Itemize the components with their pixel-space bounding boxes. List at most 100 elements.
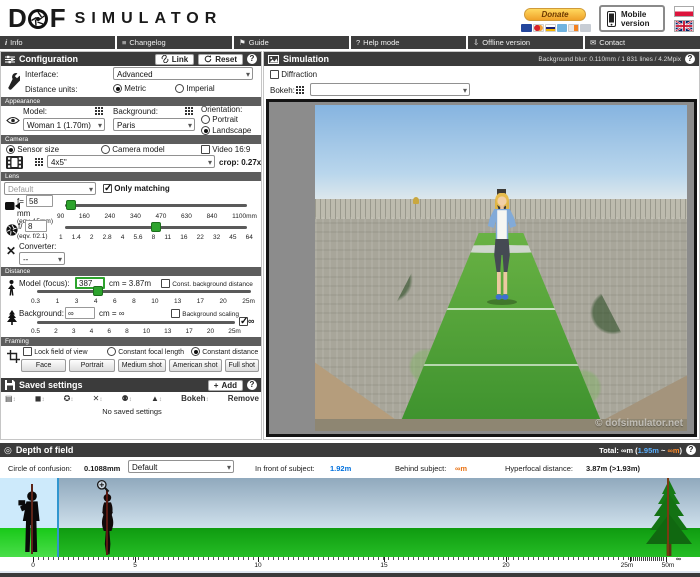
coc-label: Circle of confusion: bbox=[8, 464, 72, 473]
bokeh-select[interactable]: ▾ bbox=[310, 83, 470, 96]
tree-silhouette bbox=[645, 480, 693, 556]
converter-select[interactable]: --▾ bbox=[19, 252, 65, 265]
distance-ruler[interactable]: 0 5 10 15 20 25m 50m ∞ bbox=[0, 557, 700, 571]
background-select[interactable]: Paris▾ bbox=[113, 118, 195, 131]
model-gallery-icon[interactable] bbox=[95, 107, 103, 115]
face-shot-button[interactable]: Face bbox=[21, 359, 66, 372]
dof-title: Depth of field bbox=[16, 445, 74, 455]
const-background-checkbox[interactable]: Const. background distance bbox=[161, 279, 253, 288]
dof-total: Total: ∞m (1.95m ~ ∞m) bbox=[599, 446, 682, 455]
near-limit-line[interactable] bbox=[57, 478, 59, 557]
aperture-input[interactable]: 8 bbox=[25, 220, 47, 232]
tree-column-icon[interactable]: ▲↕ bbox=[151, 394, 162, 403]
remove-column: Remove bbox=[228, 394, 259, 403]
full-shot-button[interactable]: Full shot bbox=[225, 359, 259, 372]
metric-radio[interactable]: Metric bbox=[113, 84, 146, 93]
model-distance-slider[interactable] bbox=[37, 290, 251, 293]
chevron-down-icon: ▾ bbox=[463, 85, 467, 96]
camera-model-radio[interactable]: Camera model bbox=[101, 145, 165, 154]
lock-fov-checkbox[interactable]: Lock field of view bbox=[23, 347, 88, 356]
background-slider[interactable] bbox=[37, 321, 235, 324]
model-figure[interactable] bbox=[483, 193, 521, 305]
link-button[interactable]: Link bbox=[155, 54, 194, 65]
simulation-photo[interactable]: © dofsimulator.net bbox=[315, 105, 687, 431]
background-infinity-checkbox[interactable]: ∞ bbox=[239, 316, 254, 326]
portrait-shot-button[interactable]: Portrait bbox=[69, 359, 114, 372]
background-gallery-icon[interactable] bbox=[185, 107, 193, 115]
sensor-gallery-icon[interactable] bbox=[35, 158, 43, 166]
bokeh-gallery-icon[interactable] bbox=[296, 86, 304, 94]
focal-input[interactable]: 58 bbox=[26, 195, 53, 207]
donate-button[interactable]: Donate bbox=[524, 8, 586, 21]
nav-info[interactable]: iInfo bbox=[0, 36, 115, 49]
aperture-slider[interactable] bbox=[65, 226, 247, 229]
wrench-icon bbox=[7, 72, 20, 90]
chevron-down-icon: ▾ bbox=[246, 69, 250, 80]
saved-settings-title: Saved settings bbox=[19, 380, 83, 390]
logo[interactable]: D F SIMULATOR bbox=[8, 3, 222, 34]
front-label: In front of subject: bbox=[255, 464, 315, 473]
saved-settings-help-icon[interactable]: ? bbox=[247, 380, 257, 390]
video-169-checkbox[interactable]: Video 16:9 bbox=[201, 145, 250, 154]
simulation-help-icon[interactable]: ? bbox=[685, 54, 695, 64]
bokeh-column[interactable]: Bokeh↕ bbox=[181, 394, 208, 403]
flag-poland[interactable] bbox=[674, 6, 694, 17]
background-scaling-checkbox[interactable]: Background scaling bbox=[171, 309, 239, 318]
mobile-version-button[interactable]: Mobileversion bbox=[599, 5, 665, 32]
portrait-radio[interactable]: Portrait bbox=[201, 115, 238, 124]
only-matching-checkbox[interactable]: Only matching bbox=[103, 184, 170, 193]
nav-help-mode[interactable]: ?Help mode bbox=[351, 36, 466, 49]
const-distance-radio[interactable]: Constant distance bbox=[191, 347, 258, 356]
const-focal-radio[interactable]: Constant focal length bbox=[107, 347, 184, 356]
diffraction-checkbox[interactable]: Diffraction bbox=[270, 70, 317, 79]
nav-contact[interactable]: ✉Contact bbox=[585, 36, 700, 49]
background-distance-input[interactable]: ∞ bbox=[65, 307, 95, 319]
simulation-panel: Simulation Background blur: 0.110mm / 1 … bbox=[263, 51, 700, 440]
focal-prefix: f= bbox=[17, 197, 24, 206]
reset-button[interactable]: Reset bbox=[198, 54, 243, 65]
phone-icon bbox=[607, 11, 616, 27]
converter-column-icon[interactable]: ✕↕ bbox=[93, 394, 103, 403]
chevron-down-icon: ▾ bbox=[188, 120, 192, 131]
ruler-label: 50m bbox=[662, 562, 675, 569]
configuration-title: Configuration bbox=[19, 54, 78, 64]
dof-scene[interactable] bbox=[0, 478, 700, 557]
info-icon: i bbox=[5, 38, 7, 47]
sensor-size-radio[interactable]: Sensor size bbox=[6, 145, 59, 154]
focal-slider-thumb[interactable] bbox=[66, 200, 76, 210]
model-select[interactable]: Woman 1 (1.70m)▾ bbox=[23, 118, 105, 131]
add-setting-button[interactable]: +Add bbox=[208, 380, 243, 391]
model-distance-thumb[interactable] bbox=[93, 286, 103, 296]
nav-guide[interactable]: ⚑Guide bbox=[234, 36, 349, 49]
configuration-help-icon[interactable]: ? bbox=[247, 54, 257, 64]
model-label: Model: bbox=[23, 107, 47, 116]
aperture-slider-thumb[interactable] bbox=[151, 222, 161, 232]
coc-select[interactable]: Default▾ bbox=[128, 460, 234, 473]
background-ticks: 0.5234681013172025m bbox=[31, 328, 241, 335]
imperial-radio[interactable]: Imperial bbox=[175, 84, 215, 93]
focal-column-icon[interactable]: ◼↕ bbox=[35, 394, 45, 403]
mobile-label-2: version bbox=[621, 19, 649, 28]
magnifier-icon[interactable] bbox=[96, 479, 110, 493]
interface-select[interactable]: Advanced▾ bbox=[113, 67, 253, 80]
hyper-label: Hyperfocal distance: bbox=[505, 464, 573, 473]
download-icon: ⇩ bbox=[473, 38, 479, 47]
american-shot-button[interactable]: American shot bbox=[169, 359, 222, 372]
lens-select[interactable]: Default▾ bbox=[4, 182, 96, 195]
film-icon bbox=[6, 156, 23, 169]
aperture-column-icon[interactable]: ✪↕ bbox=[64, 394, 74, 403]
dof-help-icon[interactable]: ? bbox=[686, 445, 696, 455]
landscape-radio[interactable]: Landscape bbox=[201, 126, 251, 135]
nav-changelog[interactable]: ≡Changelog bbox=[117, 36, 232, 49]
nav-offline-version[interactable]: ⇩Offline version bbox=[468, 36, 583, 49]
person-column-icon[interactable]: ⚉↕ bbox=[122, 394, 132, 403]
aperture-ticks: 11.422.845.68111622324564 bbox=[59, 234, 253, 241]
crop-icon bbox=[7, 350, 20, 363]
sensor-select[interactable]: 4x5"▾ bbox=[47, 155, 215, 168]
focal-slider[interactable] bbox=[65, 204, 247, 207]
floppy-icon bbox=[5, 380, 15, 390]
medium-shot-button[interactable]: Medium shot bbox=[118, 359, 166, 372]
flag-uk[interactable] bbox=[674, 20, 694, 32]
sensor-column-icon[interactable]: ▤↕ bbox=[5, 394, 16, 403]
chevron-down-icon: ▾ bbox=[227, 462, 231, 473]
